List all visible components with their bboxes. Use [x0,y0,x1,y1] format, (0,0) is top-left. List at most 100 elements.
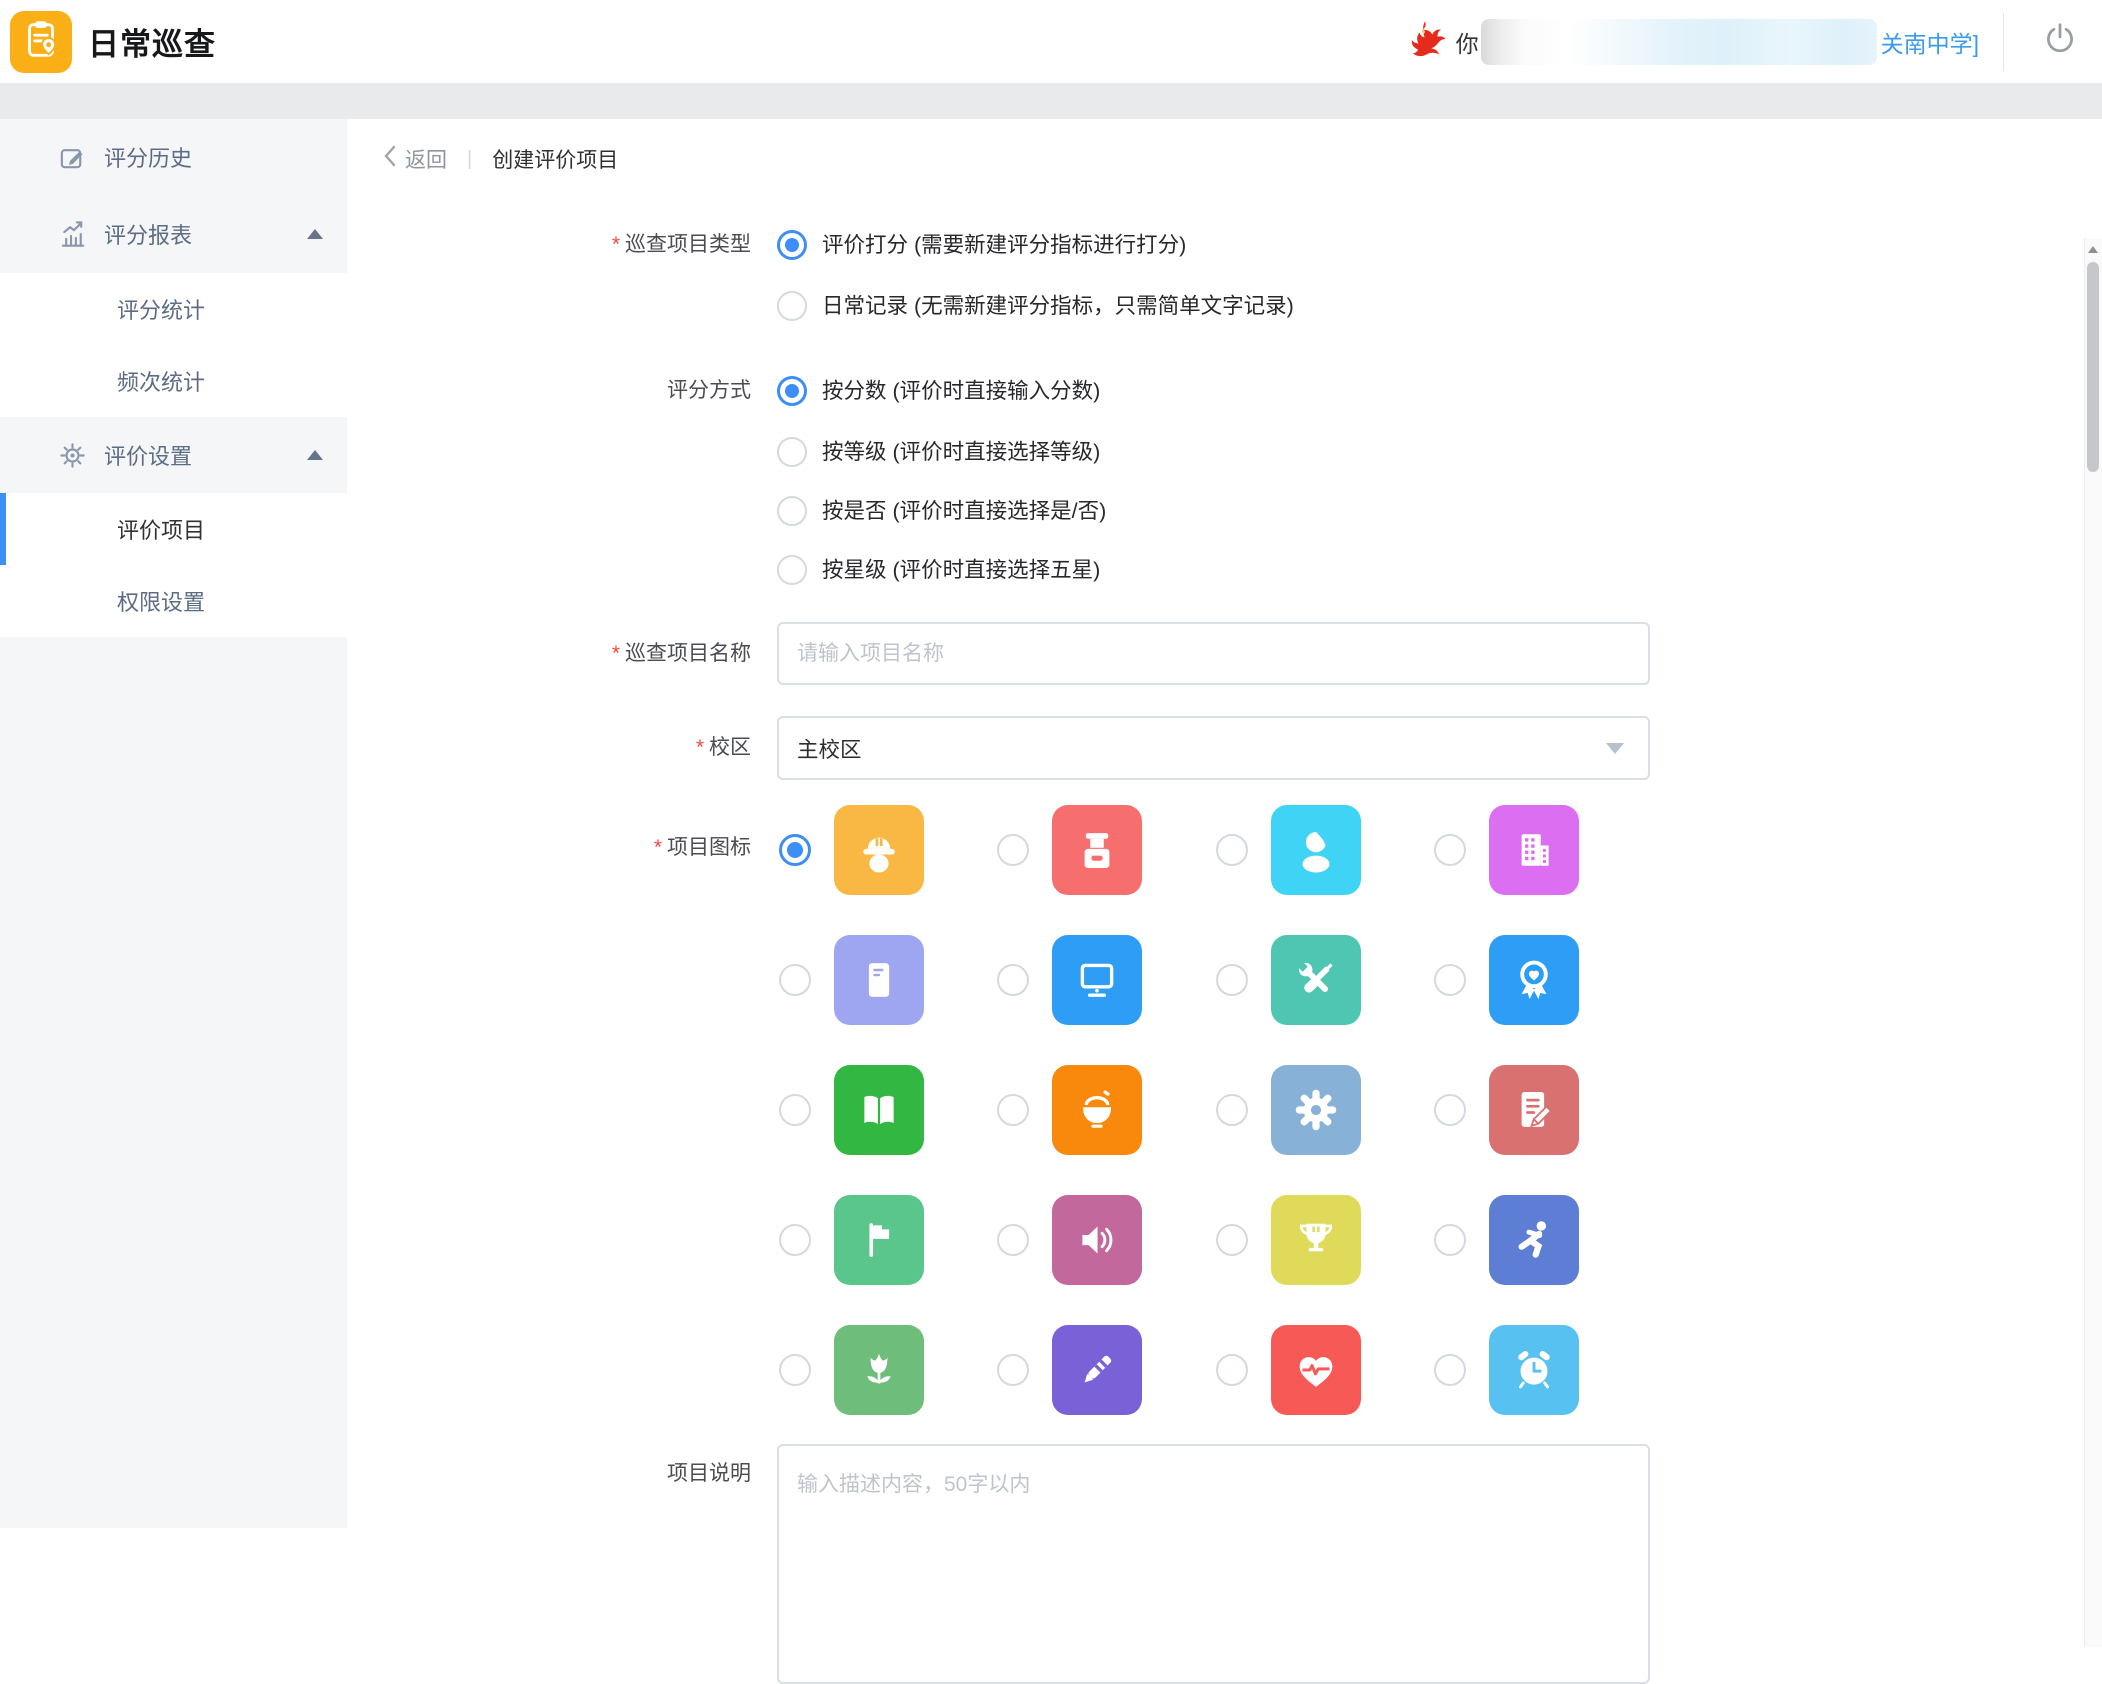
radio-checked-icon[interactable] [777,376,807,406]
score-method-option-yesno[interactable]: 按是否 (评价时直接选择是/否) [777,495,1106,527]
tools-icon[interactable] [1271,935,1361,1025]
project-icon-label: *项目图标 [347,833,751,863]
radio-unchecked-icon[interactable] [1216,964,1248,996]
radio-unchecked-icon[interactable] [1434,964,1466,996]
gear-icon [57,440,88,471]
pencil-icon[interactable] [1052,1325,1142,1415]
food-bowl-icon[interactable] [1052,1065,1142,1155]
stamp-icon[interactable] [1052,805,1142,895]
radio-unchecked-icon[interactable] [779,1094,811,1126]
building-icon[interactable] [1489,805,1579,895]
radio-unchecked-icon[interactable] [1216,1224,1248,1256]
app-logo [10,11,72,73]
radio-unchecked-icon[interactable] [779,1354,811,1386]
sidebar: 评分历史 评分报表 评分统计 频次统计 [0,119,347,1528]
scroll-up-arrow-icon[interactable] [2088,246,2098,253]
blurred-username [1481,19,1877,65]
project-name-label: *巡查项目名称 [347,639,751,669]
score-method-option-score[interactable]: 按分数 (评价时直接输入分数) [777,375,1100,407]
sidebar-item-permission-settings[interactable]: 权限设置 [0,565,347,637]
breadcrumb: 返回 | 创建评价项目 [383,143,618,175]
radio-unchecked-icon[interactable] [777,291,807,321]
header-user-area: 你 关南中学] [1402,0,2102,83]
required-asterisk: * [612,642,620,665]
score-method-label: 评分方式 [347,376,751,406]
radio-unchecked-icon[interactable] [997,1224,1029,1256]
scrollbar-thumb[interactable] [2087,262,2099,472]
top-strip [0,83,2102,119]
campus-select-value: 主校区 [797,733,1606,764]
sidebar-item-score-statistics[interactable]: 评分统计 [0,273,347,345]
page-title: 日常巡查 [88,19,216,64]
speaker-icon[interactable] [1052,1195,1142,1285]
back-link[interactable]: 返回 [405,144,447,174]
runner-icon[interactable] [1489,1195,1579,1285]
school-name[interactable]: 关南中学] [1881,25,1979,59]
flower-icon[interactable] [834,1325,924,1415]
sidebar-item-evaluation-project[interactable]: 评价项目 [0,493,347,565]
gear-icon[interactable] [1271,1065,1361,1155]
radio-unchecked-icon[interactable] [1434,1094,1466,1126]
document-edit-icon[interactable] [1489,1065,1579,1155]
campus-label: *校区 [347,733,751,763]
flag-icon[interactable] [834,1195,924,1285]
student-icon[interactable] [1271,805,1361,895]
sidebar-item-score-history[interactable]: 评分历史 [0,119,347,195]
radio-unchecked-icon[interactable] [997,1094,1029,1126]
radio-unchecked-icon[interactable] [1216,834,1248,866]
collapse-caret-icon[interactable] [307,450,323,460]
radio-unchecked-icon[interactable] [779,964,811,996]
sidebar-item-evaluation-settings[interactable]: 评价设置 [0,417,347,493]
project-type-option-record[interactable]: 日常记录 (无需新建评分指标，只需简单文字记录) [777,290,1294,322]
monitor-icon[interactable] [1052,935,1142,1025]
sidebar-item-frequency-statistics[interactable]: 频次统计 [0,345,347,417]
chart-icon [57,219,88,250]
header-divider [2003,13,2004,71]
user-greeting: 你 [1456,25,1479,59]
trophy-icon[interactable] [1271,1195,1361,1285]
chevron-down-icon [1606,743,1624,754]
medal-icon[interactable] [1489,935,1579,1025]
score-method-option-grade[interactable]: 按等级 (评价时直接选择等级) [777,436,1100,468]
radio-unchecked-icon[interactable] [1216,1094,1248,1126]
radio-unchecked-icon[interactable] [779,1224,811,1256]
main-content: 返回 | 创建评价项目 *巡查项目类型 评价打分 (需要新建评分指标进行打分) … [347,119,2102,1528]
radio-unchecked-icon[interactable] [997,834,1029,866]
radio-unchecked-icon[interactable] [1216,1354,1248,1386]
radio-unchecked-icon[interactable] [997,1354,1029,1386]
scrollbar[interactable] [2084,238,2102,1647]
project-type-option-score[interactable]: 评价打分 (需要新建评分指标进行打分) [777,229,1186,261]
radio-unchecked-icon[interactable] [777,496,807,526]
radio-checked-icon[interactable] [777,230,807,260]
collapse-caret-icon[interactable] [307,229,323,239]
chevron-left-icon [383,143,397,175]
notebook-icon[interactable] [834,935,924,1025]
breadcrumb-divider: | [467,148,472,171]
heart-pulse-icon[interactable] [1271,1325,1361,1415]
hard-hat-icon[interactable] [834,805,924,895]
project-name-input[interactable] [777,622,1650,685]
radio-unchecked-icon[interactable] [1434,1354,1466,1386]
required-asterisk: * [654,836,662,859]
radio-unchecked-icon[interactable] [1434,834,1466,866]
alarm-clock-icon[interactable] [1489,1325,1579,1415]
project-description-label: 项目说明 [347,1459,751,1489]
campus-select[interactable]: 主校区 [777,716,1650,780]
required-asterisk: * [696,736,704,759]
logout-button[interactable] [2030,20,2090,63]
phoenix-icon [1402,17,1446,66]
score-method-option-star[interactable]: 按星级 (评价时直接选择五星) [777,554,1100,586]
radio-unchecked-icon[interactable] [777,555,807,585]
edit-icon [57,142,88,173]
project-description-textarea[interactable] [777,1444,1650,1684]
power-icon [2041,20,2079,63]
radio-unchecked-icon[interactable] [997,964,1029,996]
book-icon[interactable] [834,1065,924,1155]
breadcrumb-title: 创建评价项目 [492,144,618,174]
radio-checked-icon[interactable] [779,834,811,866]
clipboard-pin-icon [18,16,64,67]
app-header: 日常巡查 你 关南中学] [0,0,2102,83]
radio-unchecked-icon[interactable] [1434,1224,1466,1256]
sidebar-item-score-report[interactable]: 评分报表 [0,195,347,273]
radio-unchecked-icon[interactable] [777,437,807,467]
